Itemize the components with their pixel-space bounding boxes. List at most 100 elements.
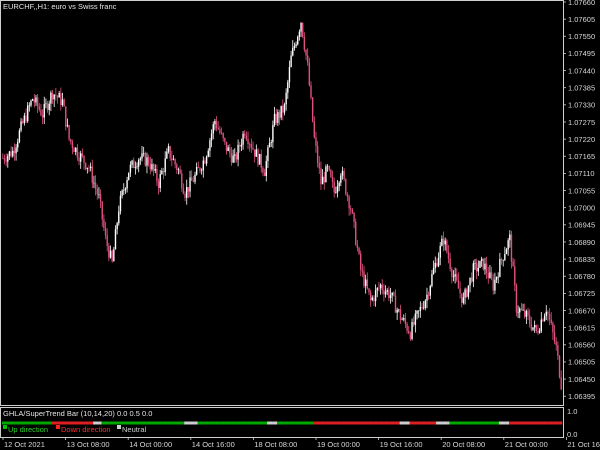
supertrend-bar-cell	[480, 421, 483, 425]
candle-body	[452, 276, 455, 278]
candle-body	[192, 180, 195, 182]
candle-body	[527, 311, 529, 316]
supertrend-bar-cell	[298, 421, 301, 425]
supertrend-bar-cell	[106, 421, 109, 425]
time-axis[interactable]: 12 Oct 2021 13 Oct 08:00 14 Oct 00:00 14 Oc…	[2, 437, 600, 449]
supertrend-bar-cell	[58, 421, 61, 425]
candle-body	[404, 318, 407, 324]
supertrend-bar-cell	[477, 421, 480, 425]
supertrend-bar-cell	[285, 421, 288, 425]
supertrend-bar-cell	[104, 421, 107, 425]
supertrend-bar-cell	[147, 421, 150, 425]
price-tick-label: 1.07550	[568, 32, 595, 41]
supertrend-bar-cell	[137, 421, 140, 425]
supertrend-bar-cell	[369, 421, 372, 425]
supertrend-bar-cell	[275, 421, 278, 425]
candle-body	[331, 176, 334, 182]
candle-body	[325, 166, 327, 183]
supertrend-bar-cell	[441, 421, 443, 425]
candle-body	[368, 288, 370, 293]
candle-body	[63, 99, 65, 107]
supertrend-bar-cell	[368, 421, 371, 425]
candle-body	[553, 332, 556, 342]
candle-body	[310, 85, 312, 98]
supertrend-bar-cell	[63, 421, 66, 425]
supertrend-bar-cell	[91, 421, 94, 425]
candle-body	[260, 153, 262, 168]
supertrend-bar-cell	[457, 421, 460, 425]
candle-body	[219, 129, 221, 133]
candle-body	[532, 327, 534, 330]
supertrend-bar-cell	[510, 421, 513, 425]
supertrend-bar-cell	[351, 421, 354, 425]
candle-body	[429, 285, 431, 296]
candle-body	[118, 211, 120, 224]
candle-body	[182, 188, 185, 194]
candle-body	[89, 166, 92, 169]
supertrend-bar-cell	[50, 421, 52, 425]
candle-body	[194, 174, 196, 182]
supertrend-bar-cell	[76, 421, 79, 425]
supertrend-bar-cell	[40, 421, 42, 425]
supertrend-bar-cell	[197, 421, 200, 425]
candle-body	[215, 120, 218, 129]
supertrend-bar-cell	[547, 421, 549, 425]
supertrend-bar-cell	[56, 421, 59, 425]
candle-body	[288, 67, 291, 83]
candle-body	[66, 125, 69, 127]
candle-body	[355, 221, 357, 245]
supertrend-bar-cell	[459, 421, 462, 425]
supertrend-bar-cell	[535, 421, 538, 425]
supertrend-bar-cell	[28, 421, 31, 425]
candle-body	[61, 99, 64, 106]
candle-body	[432, 267, 435, 275]
price-axis[interactable]: 1.07660 1.07605 1.07550 1.07495 1.07440 1.073…	[563, 0, 595, 401]
candle-body	[333, 181, 335, 193]
candle-body	[179, 169, 181, 174]
candle-body	[202, 160, 205, 171]
supertrend-bar-cell	[432, 421, 435, 425]
supertrend-bar-cell	[48, 421, 51, 425]
candle-body	[446, 240, 448, 252]
supertrend-bar-cell	[416, 421, 419, 425]
candle-body	[485, 263, 488, 274]
supertrend-bar-cell	[326, 421, 329, 425]
supertrend-bar-cell	[515, 421, 518, 425]
candle-body	[124, 188, 127, 191]
supertrend-bar-cell	[490, 421, 493, 425]
supertrend-bar-cell	[344, 421, 347, 425]
supertrend-bar-cell	[333, 421, 336, 425]
supertrend-bar-cell	[293, 421, 296, 425]
candle-body	[60, 93, 62, 106]
supertrend-bar-cell	[386, 421, 389, 425]
candle-body	[537, 331, 539, 333]
candle-body	[469, 277, 471, 286]
price-chart[interactable]: EURCHF,,H1: euro vs Swiss franc 1.076601…	[0, 0, 600, 450]
supertrend-bar-cell	[308, 421, 311, 425]
candle-body	[23, 115, 26, 123]
supertrend-bar-cell	[258, 421, 261, 425]
supertrend-bar-cell	[404, 421, 407, 425]
supertrend-bar-cell	[69, 421, 72, 425]
candle-body	[384, 291, 387, 295]
supertrend-bar-cell	[46, 421, 49, 425]
supertrend-bar-cell	[215, 421, 218, 425]
supertrend-bar-cell	[265, 421, 268, 425]
supertrend-bar-cell	[30, 421, 33, 425]
candle-body	[263, 172, 266, 176]
candle-body	[477, 267, 480, 272]
candle-body	[162, 170, 165, 173]
supertrend-bar-cell	[472, 421, 475, 425]
candle-body	[411, 321, 413, 339]
supertrend-bar-cell	[161, 421, 163, 425]
time-tick-label: 19 Oct 00:00	[317, 440, 360, 449]
candle-body	[497, 276, 499, 278]
candle-body	[398, 309, 400, 311]
candle-body	[25, 115, 27, 122]
price-tick-label: 1.07110	[568, 169, 595, 178]
candle-body	[447, 251, 450, 259]
candle-body	[326, 166, 329, 167]
supertrend-bar-cell	[21, 421, 24, 425]
supertrend-bar-cell	[174, 421, 177, 425]
supertrend-bar-cell	[225, 421, 228, 425]
